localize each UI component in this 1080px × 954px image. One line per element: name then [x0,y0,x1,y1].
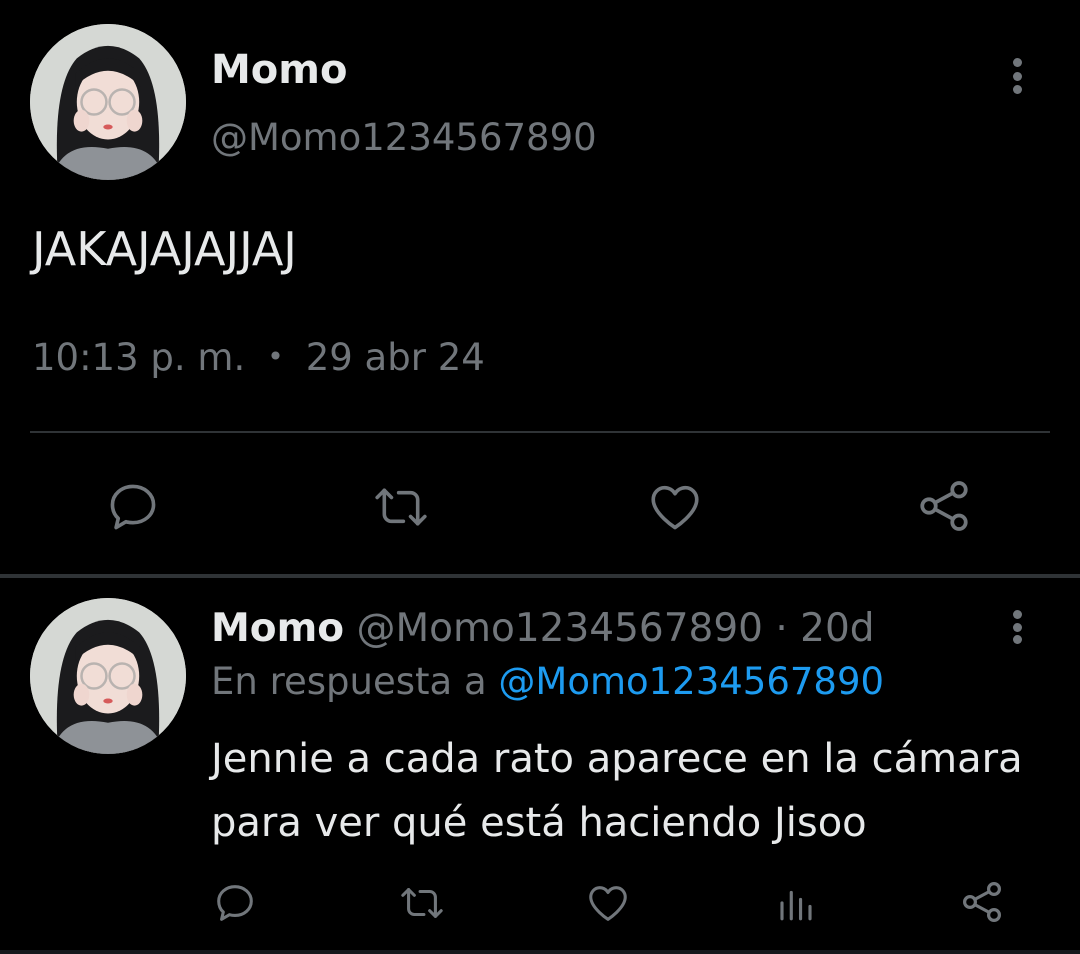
reply-share-button[interactable] [958,878,1006,926]
more-icon-dot [1012,635,1022,644]
reply-like-button[interactable] [584,880,632,926]
replying-to: En respuesta a @Momo1234567890 [211,656,884,708]
like-icon [651,485,699,530]
tweet-time: 10:13 p. m. [32,336,246,379]
author-handle[interactable]: @Momo1234567890 [211,112,597,164]
reply-author-name[interactable]: Momo [211,606,344,651]
reply-text-line: para ver qué está haciendo Jisoo [211,800,867,846]
bottom-divider [0,950,1080,954]
share-icon [920,481,968,531]
avatar-image [30,24,186,180]
share-button[interactable] [914,476,974,536]
author-name[interactable]: Momo [211,44,347,96]
like-button[interactable] [645,478,705,536]
more-icon-dot [1012,58,1022,67]
reply-views-button[interactable] [774,882,818,924]
divider [30,431,1050,433]
meta-separator: • [267,340,284,373]
tweet-separator [0,574,1080,578]
tweet-text: JAKAJAJAJJAJ [32,222,297,276]
retweet-icon [375,488,427,526]
reply-retweet-button[interactable] [397,880,447,926]
reply-age[interactable]: · 20d [775,606,874,651]
reply-author-handle[interactable]: @Momo1234567890 [356,606,763,651]
reply-icon [217,885,253,921]
reply-avatar[interactable] [30,598,186,754]
more-icon-dot [1012,622,1022,632]
tweet-date: 29 abr 24 [305,336,485,379]
views-icon [780,890,812,921]
retweet-icon [401,888,443,918]
more-options-button[interactable] [1011,58,1023,94]
more-icon-dot [1012,610,1022,619]
like-icon [589,886,627,921]
avatar-image [30,598,186,754]
reply-more-options-button[interactable] [1011,610,1023,644]
reply-icon [110,484,156,530]
replying-to-mention[interactable]: @Momo1234567890 [498,660,884,703]
reply-button[interactable] [104,478,162,536]
replying-to-label: En respuesta a [211,660,487,703]
reply-header: Momo @Momo1234567890 · 20d [211,603,875,655]
reply-text-line: Jennie a cada rato aparece en la cámara [211,736,1023,782]
reply-text: Jennie a cada rato aparece en la cámara … [211,727,1031,855]
share-icon [962,881,1002,923]
more-icon-dot [1012,71,1022,81]
retweet-button[interactable] [370,478,432,536]
tweet-timestamp[interactable]: 10:13 p. m. • 29 abr 24 [32,330,485,385]
avatar[interactable] [30,24,186,180]
reply-reply-button[interactable] [212,880,258,926]
more-icon-dot [1012,85,1022,94]
